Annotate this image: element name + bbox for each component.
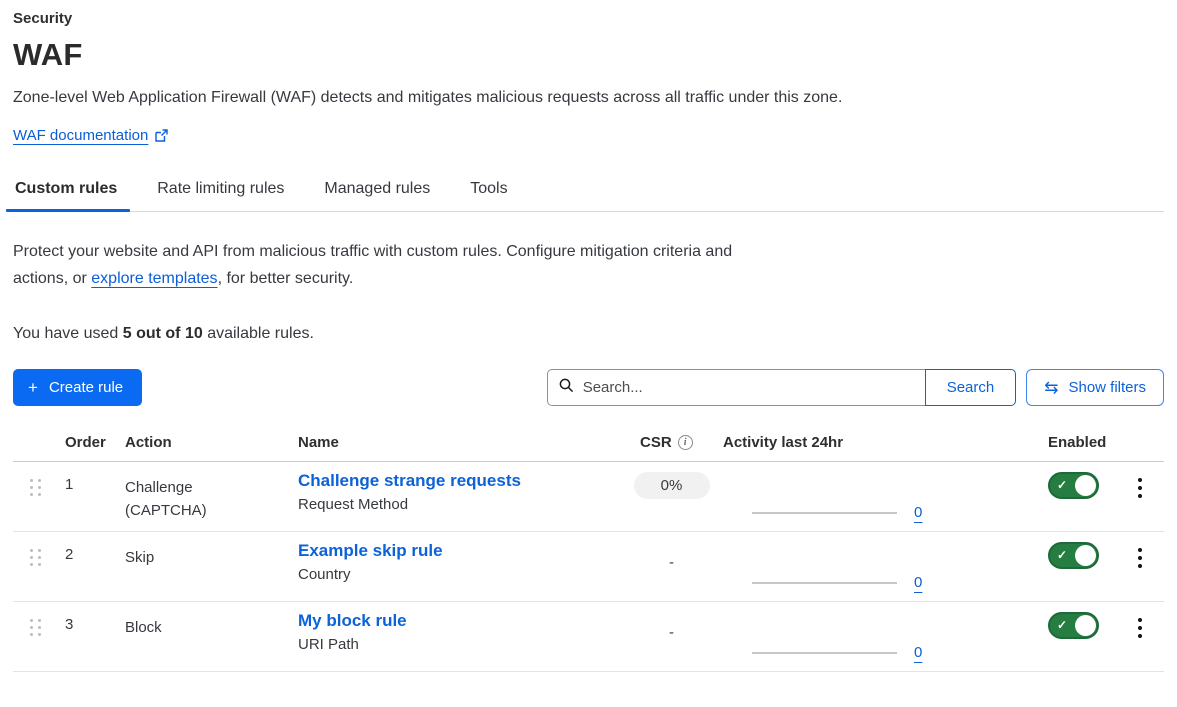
rule-field: URI Path [298,636,620,653]
usage-suffix: available rules. [203,325,314,342]
rule-order: 3 [65,602,125,671]
table-header: Order Action Name CSR i Activity last 24… [13,428,1164,462]
rule-enabled-cell: ✓ [1048,602,1123,671]
create-rule-label: Create rule [49,379,123,396]
show-filters-label: Show filters [1068,379,1146,396]
tab-custom-rules[interactable]: Custom rules [14,172,118,211]
header-csr: CSR i [620,434,723,451]
drag-handle[interactable] [13,462,65,531]
rule-order: 2 [65,532,125,601]
kebab-menu-icon[interactable] [1132,546,1148,570]
kebab-menu-icon[interactable] [1132,616,1148,640]
table-row: 2 Skip Example skip rule Country - 0 ✓ [13,532,1164,602]
rule-csr-cell: 0% [620,462,723,531]
rule-activity-cell: 0 [723,602,1048,671]
tab-tools[interactable]: Tools [469,172,508,211]
drag-handle[interactable] [13,532,65,601]
csr-value: - [669,554,674,571]
external-link-icon [155,129,168,142]
header-csr-label: CSR [640,434,672,451]
tab-rate-limiting-rules[interactable]: Rate limiting rules [156,172,285,211]
table-row: 3 Block My block rule URI Path - 0 ✓ [13,602,1164,672]
check-icon: ✓ [1057,478,1067,492]
rule-action: Block [125,602,298,671]
rule-field: Request Method [298,496,620,513]
enabled-toggle[interactable]: ✓ [1048,542,1099,569]
create-rule-button[interactable]: + Create rule [13,369,142,406]
search-icon [559,378,574,398]
show-filters-button[interactable]: ⇆ Show filters [1026,369,1164,406]
rule-name-cell: Challenge strange requests Request Metho… [298,462,620,531]
rule-order: 1 [65,462,125,531]
rules-usage-line: You have used 5 out of 10 available rule… [13,325,1164,343]
toggle-knob [1075,615,1096,636]
plus-icon: + [28,379,38,396]
rule-activity-cell: 0 [723,462,1048,531]
drag-dots-icon [30,479,41,496]
rule-name-cell: My block rule URI Path [298,602,620,671]
header-order: Order [65,434,125,451]
waf-documentation-link[interactable]: WAF documentation [13,127,148,144]
usage-count: 5 out of 10 [123,325,203,342]
rule-name-link[interactable]: My block rule [298,611,407,631]
kebab-menu-icon[interactable] [1132,476,1148,500]
activity-count-link[interactable]: 0 [914,504,922,521]
rule-action: Skip [125,532,298,601]
csr-value: - [669,624,674,641]
doc-link-row: WAF documentation [13,127,1164,144]
page-title: WAF [13,37,1164,73]
activity-count-link[interactable]: 0 [914,574,922,591]
header-action: Action [125,434,298,451]
rule-name-link[interactable]: Challenge strange requests [298,471,521,491]
info-icon[interactable]: i [678,435,693,450]
rule-menu-cell [1123,602,1164,671]
activity-count-link[interactable]: 0 [914,644,922,661]
rule-action: Challenge (CAPTCHA) [125,462,298,531]
header-activity: Activity last 24hr [723,434,1048,451]
usage-prefix: You have used [13,325,123,342]
rule-activity-cell: 0 [723,532,1048,601]
tab-bar: Custom rules Rate limiting rules Managed… [13,172,1164,212]
header-name: Name [298,434,620,451]
drag-handle[interactable] [13,602,65,671]
toggle-knob [1075,475,1096,496]
drag-dots-icon [30,619,41,636]
intro-text-after: , for better security. [218,270,354,287]
drag-dots-icon [30,549,41,566]
rule-menu-cell [1123,532,1164,601]
rule-menu-cell [1123,462,1164,531]
custom-rules-intro: Protect your website and API from malici… [13,238,755,292]
rule-field: Country [298,566,620,583]
header-enabled: Enabled [1048,434,1123,451]
rule-enabled-cell: ✓ [1048,462,1123,531]
tab-managed-rules[interactable]: Managed rules [323,172,431,211]
explore-templates-link[interactable]: explore templates [91,270,217,287]
toggle-knob [1075,545,1096,566]
check-icon: ✓ [1057,618,1067,632]
activity-sparkline [752,652,897,654]
search-group: Search ⇆ Show filters [547,369,1164,406]
activity-sparkline [752,512,897,514]
enabled-toggle[interactable]: ✓ [1048,472,1099,499]
swap-arrows-icon: ⇆ [1044,379,1058,396]
custom-rules-table: Order Action Name CSR i Activity last 24… [13,428,1164,672]
search-input[interactable] [583,379,914,396]
page-description: Zone-level Web Application Firewall (WAF… [13,89,1164,107]
activity-sparkline [752,582,897,584]
check-icon: ✓ [1057,548,1067,562]
rule-name-link[interactable]: Example skip rule [298,541,443,561]
table-row: 1 Challenge (CAPTCHA) Challenge strange … [13,462,1164,532]
rule-csr-cell: - [620,532,723,601]
rules-toolbar: + Create rule Search ⇆ Show filters [13,369,1164,406]
search-button[interactable]: Search [925,369,1017,406]
csr-badge: 0% [634,472,710,499]
enabled-toggle[interactable]: ✓ [1048,612,1099,639]
search-box [547,369,925,406]
rule-name-cell: Example skip rule Country [298,532,620,601]
rule-csr-cell: - [620,602,723,671]
rule-enabled-cell: ✓ [1048,532,1123,601]
breadcrumb-security: Security [13,10,1164,27]
